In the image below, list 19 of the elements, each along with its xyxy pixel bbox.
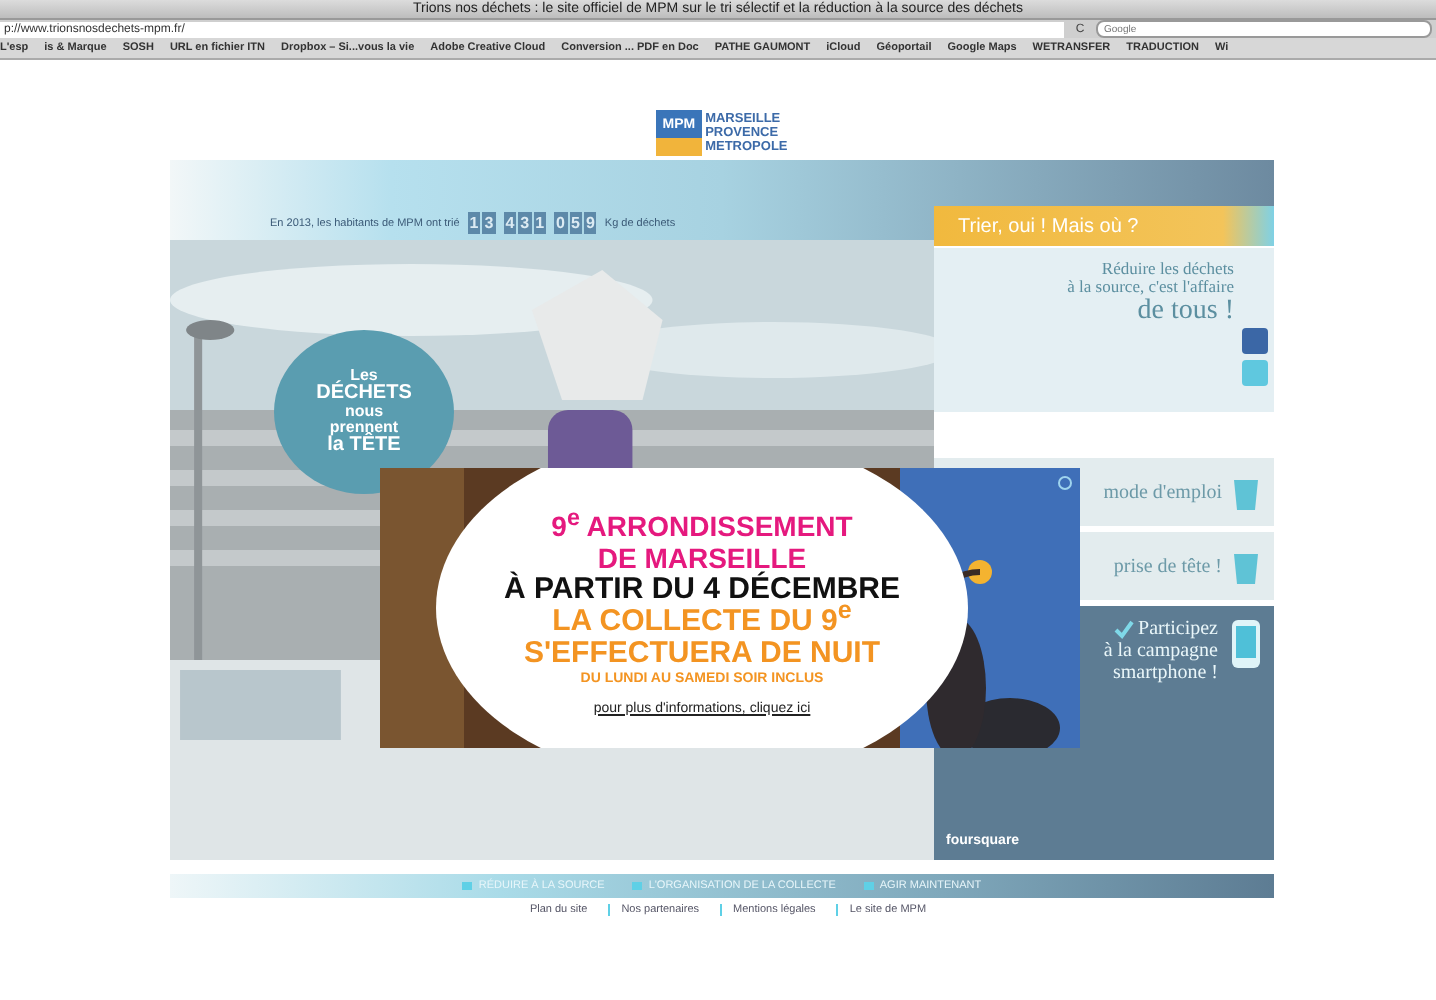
panel-heading: Participez bbox=[1114, 618, 1218, 640]
check-icon bbox=[1114, 619, 1135, 639]
counter-digit: 0 bbox=[554, 212, 567, 234]
counter-digit: 4 bbox=[503, 212, 517, 234]
counter-digit: 1 bbox=[467, 212, 481, 234]
panel-text: à la source, c'est l'affaire bbox=[1067, 278, 1234, 296]
close-icon[interactable] bbox=[1058, 476, 1072, 490]
panel-heading: de tous ! bbox=[1137, 296, 1234, 328]
panel-heading: prise de tête ! bbox=[1113, 555, 1222, 577]
panel-heading: mode d'emploi bbox=[1103, 481, 1222, 503]
counter-digit: 5 bbox=[569, 212, 582, 234]
counter-digit: 3 bbox=[518, 212, 532, 234]
counter-digit: 1 bbox=[533, 212, 547, 234]
smartphone-icon bbox=[1230, 618, 1262, 670]
panel-text: Réduire les déchets bbox=[1101, 260, 1234, 278]
counter-digit: 3 bbox=[482, 212, 496, 234]
panel-heading: smartphone ! bbox=[1113, 662, 1218, 684]
counter-digit: 9 bbox=[583, 212, 597, 234]
panel-heading: à la campagne bbox=[1103, 640, 1218, 662]
